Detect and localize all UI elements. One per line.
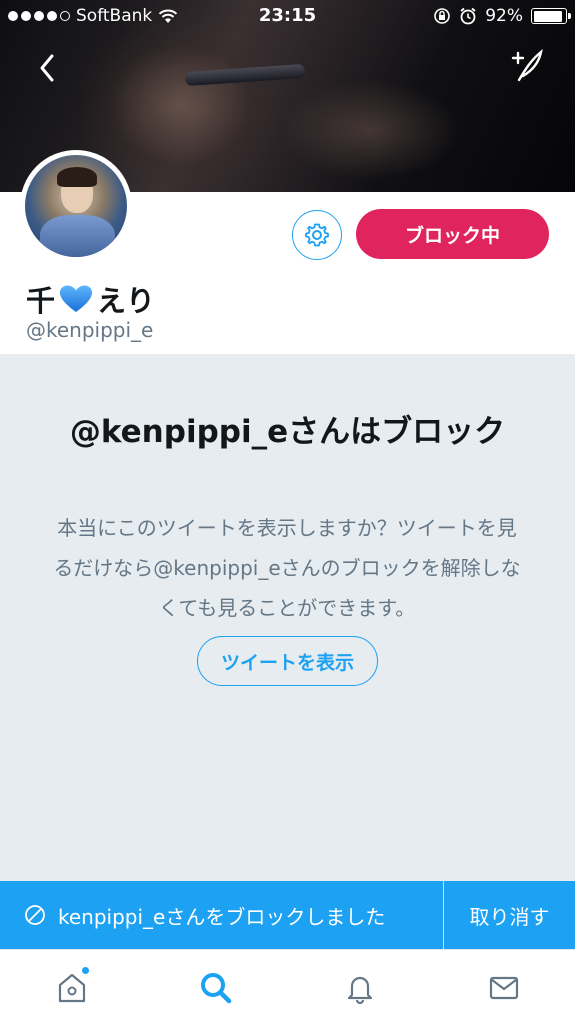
blocking-button[interactable]: ブロック中 (356, 209, 549, 259)
battery-icon (531, 8, 571, 24)
home-badge-dot (81, 966, 90, 975)
blue-heart-icon (60, 285, 93, 312)
block-toast: kenpippi_eさんをブロックしました 取り消す (0, 881, 575, 949)
no-entry-icon (25, 905, 45, 925)
search-icon (201, 973, 232, 1004)
tab-notifications[interactable] (340, 968, 380, 1008)
blocked-notice-body: 本当にこのツイートを表示しますか？ツイートを見るだけなら@kenpippi_eさ… (53, 516, 521, 620)
status-right: 92% (433, 6, 571, 26)
status-bar: SoftBank 23:15 92% (0, 0, 575, 32)
undo-button[interactable]: 取り消す (444, 881, 575, 949)
display-name: 千 えり (26, 278, 155, 320)
settings-button[interactable] (292, 210, 342, 260)
show-tweets-button[interactable]: ツイートを表示 (197, 636, 378, 686)
chevron-left-icon (40, 54, 54, 82)
compose-tweet-button[interactable] (507, 46, 547, 86)
tab-bar (0, 949, 575, 1024)
back-button[interactable] (28, 48, 68, 88)
gear-icon (305, 223, 329, 247)
display-name-suffix: えり (97, 284, 156, 318)
tab-messages[interactable] (484, 968, 524, 1008)
toast-text: kenpippi_eさんをブロックしました (58, 904, 386, 929)
compose-feather-icon (511, 49, 543, 82)
screen-name: @kenpippi_e (26, 318, 154, 342)
tab-search[interactable] (196, 968, 236, 1008)
bell-icon (347, 976, 373, 1005)
alarm-icon (460, 7, 476, 25)
display-name-prefix: 千 (26, 284, 56, 318)
envelope-icon (489, 976, 519, 1000)
avatar[interactable] (20, 150, 132, 262)
rotation-lock-icon (434, 8, 451, 24)
blocked-notice-title: @kenpippi_eさんはブロック (69, 414, 506, 450)
tab-home[interactable] (52, 966, 92, 1008)
home-icon (58, 973, 86, 1003)
battery-percent: 92% (485, 6, 523, 26)
toast-message: kenpippi_eさんをブロックしました (24, 881, 385, 949)
